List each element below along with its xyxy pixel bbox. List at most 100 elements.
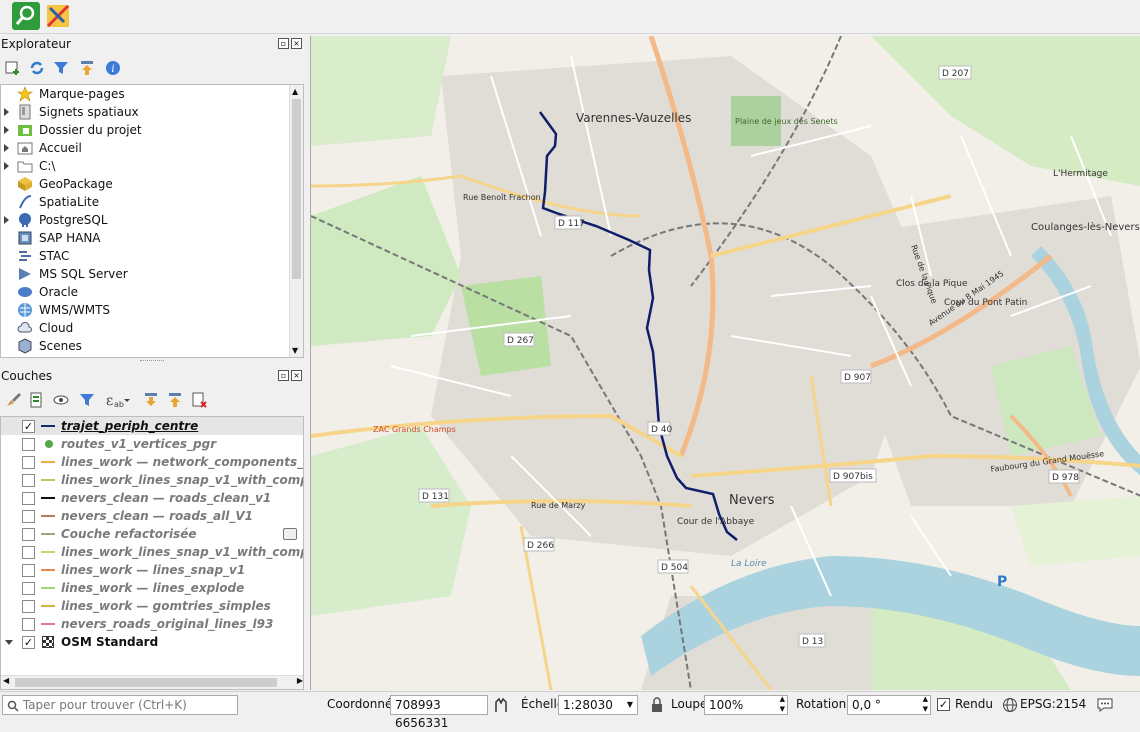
layer-visibility-checkbox[interactable] <box>22 600 35 613</box>
layer-visibility-checkbox[interactable] <box>22 546 35 559</box>
browser-item[interactable]: PostgreSQL <box>1 211 303 229</box>
browser-item[interactable]: Scenes <box>1 337 303 355</box>
info-icon[interactable]: i <box>104 59 122 77</box>
globe-icon[interactable] <box>1002 697 1018 713</box>
add-group-icon[interactable] <box>28 391 46 409</box>
browser-item[interactable]: STAC <box>1 247 303 265</box>
expand-arrow-icon[interactable] <box>4 108 9 116</box>
style-brush-icon[interactable] <box>4 391 22 409</box>
browser-item-label: MS SQL Server <box>39 267 128 281</box>
plugin-tools-icon[interactable] <box>44 2 72 30</box>
map-label: Plaine de jeux des Senets <box>735 117 838 126</box>
expand-arrow-icon[interactable] <box>4 144 9 152</box>
map-label: D 40 <box>651 425 673 435</box>
browser-item[interactable]: SpatiaLite <box>1 193 303 211</box>
layer-visibility-checkbox[interactable]: ✓ <box>22 636 35 649</box>
memory-layer-icon[interactable] <box>283 528 297 540</box>
expand-all-icon[interactable] <box>142 391 160 409</box>
layer-label: lines_work_lines_snap_v1_with_comp_all_c <box>61 473 303 487</box>
browser-item[interactable]: Accueil <box>1 139 303 157</box>
collapse-arrow-icon[interactable] <box>5 640 13 645</box>
filter-expression-icon[interactable]: ε ab <box>104 391 132 409</box>
filter-legend-icon[interactable] <box>78 391 96 409</box>
close-panel-icon[interactable]: × <box>291 38 302 49</box>
layer-visibility-checkbox[interactable] <box>22 510 35 523</box>
refresh-icon[interactable] <box>28 59 46 77</box>
rotation-spinbox[interactable]: 0,0 ° ▲ ▼ <box>847 695 931 715</box>
spatial-bookmark-icon <box>17 104 33 120</box>
filter-icon[interactable] <box>52 59 70 77</box>
layer-visibility-checkbox[interactable]: ✓ <box>22 420 35 433</box>
browser-item[interactable]: GeoPackage <box>1 175 303 193</box>
home-folder-icon <box>17 140 33 156</box>
browser-item[interactable]: C:\ <box>1 157 303 175</box>
browser-item[interactable]: Dossier du projet <box>1 121 303 139</box>
map-label: Coulanges-lès-Nevers <box>1031 221 1140 233</box>
visibility-eye-icon[interactable] <box>52 391 70 409</box>
layer-row[interactable]: lines_work_lines_snap_v1_with_comp_all_c <box>1 543 303 561</box>
lock-icon[interactable] <box>650 697 664 713</box>
map-label: D 13 <box>802 637 823 647</box>
layer-row[interactable]: lines_work — lines_snap_v1 <box>1 561 303 579</box>
layer-visibility-checkbox[interactable] <box>22 582 35 595</box>
layer-label: lines_work — lines_explode <box>61 581 245 595</box>
layer-row[interactable]: lines_work — lines_explode <box>1 579 303 597</box>
render-checkbox[interactable]: ✓ <box>937 698 950 711</box>
browser-item[interactable]: WMS/WMTS <box>1 301 303 319</box>
layer-row[interactable]: lines_work — network_components_line_all <box>1 453 303 471</box>
layer-visibility-checkbox[interactable] <box>22 456 35 469</box>
map-label: Nevers <box>729 493 775 508</box>
collapse-layers-icon[interactable] <box>166 391 184 409</box>
close-panel-icon[interactable]: × <box>291 370 302 381</box>
layer-label: OSM Standard <box>61 635 159 649</box>
stac-icon <box>17 248 33 264</box>
scale-combobox[interactable]: 1:28030 ▼ <box>558 695 638 715</box>
layer-visibility-checkbox[interactable] <box>22 564 35 577</box>
layer-row[interactable]: ✓ OSM Standard <box>1 633 303 651</box>
identify-search-icon[interactable] <box>12 2 40 30</box>
browser-item[interactable]: SAP HANA <box>1 229 303 247</box>
layer-row[interactable]: nevers_roads_original_lines_l93 <box>1 615 303 633</box>
layer-visibility-checkbox[interactable] <box>22 618 35 631</box>
browser-item[interactable]: Cloud <box>1 319 303 337</box>
expand-arrow-icon[interactable] <box>4 126 9 134</box>
panel-splitter[interactable] <box>140 360 164 363</box>
locator-search-input[interactable]: Taper pour trouver (Ctrl+K) <box>2 695 238 715</box>
browser-item-label: PostgreSQL <box>39 213 108 227</box>
map-label: Rue de Marzy <box>531 501 586 510</box>
layer-row[interactable]: routes_v1_vertices_pgr <box>1 435 303 453</box>
add-layer-icon[interactable] <box>4 59 22 77</box>
browser-title: Explorateur <box>1 37 71 51</box>
layer-visibility-checkbox[interactable] <box>22 492 35 505</box>
layer-row[interactable]: lines_work — gomtries_simples <box>1 597 303 615</box>
browser-scrollbar[interactable]: ▲ ▼ <box>289 85 303 357</box>
layer-visibility-checkbox[interactable] <box>22 438 35 451</box>
crs-label[interactable]: EPSG:2154 <box>1020 697 1086 711</box>
browser-item[interactable]: Oracle <box>1 283 303 301</box>
browser-item[interactable]: Signets spatiaux <box>1 103 303 121</box>
remove-layer-icon[interactable] <box>190 391 208 409</box>
layer-row[interactable]: lines_work_lines_snap_v1_with_comp_all_c <box>1 471 303 489</box>
browser-item[interactable]: MS SQL Server <box>1 265 303 283</box>
layer-row[interactable]: nevers_clean — roads_clean_v1 <box>1 489 303 507</box>
browser-item[interactable]: Marque-pages <box>1 85 303 103</box>
float-panel-icon[interactable]: ▫ <box>278 38 289 49</box>
toggle-extents-icon[interactable] <box>492 696 510 714</box>
spin-arrows-icon: ▲ ▼ <box>922 695 928 713</box>
coordinate-field[interactable]: 708993 6656331 <box>390 695 488 730</box>
layer-row[interactable]: Couche refactorisée <box>1 525 303 543</box>
float-panel-icon[interactable]: ▫ <box>278 370 289 381</box>
browser-item-label: Signets spatiaux <box>39 105 139 119</box>
layer-row[interactable]: ✓ trajet_periph_centre <box>1 417 303 435</box>
expand-arrow-icon[interactable] <box>4 162 9 170</box>
expand-arrow-icon[interactable] <box>4 216 9 224</box>
layers-hscrollbar[interactable]: ◀ ▶ <box>1 675 303 689</box>
magnifier-spinbox[interactable]: 100% ▲ ▼ <box>704 695 788 715</box>
collapse-all-icon[interactable] <box>78 59 96 77</box>
layer-visibility-checkbox[interactable] <box>22 474 35 487</box>
star-icon <box>17 86 33 102</box>
messages-icon[interactable] <box>1096 697 1114 713</box>
layer-visibility-checkbox[interactable] <box>22 528 35 541</box>
layer-row[interactable]: nevers_clean — roads_all_V1 <box>1 507 303 525</box>
map-canvas[interactable]: Varennes-Vauzelles Nevers L'Hermitage Co… <box>310 36 1140 690</box>
